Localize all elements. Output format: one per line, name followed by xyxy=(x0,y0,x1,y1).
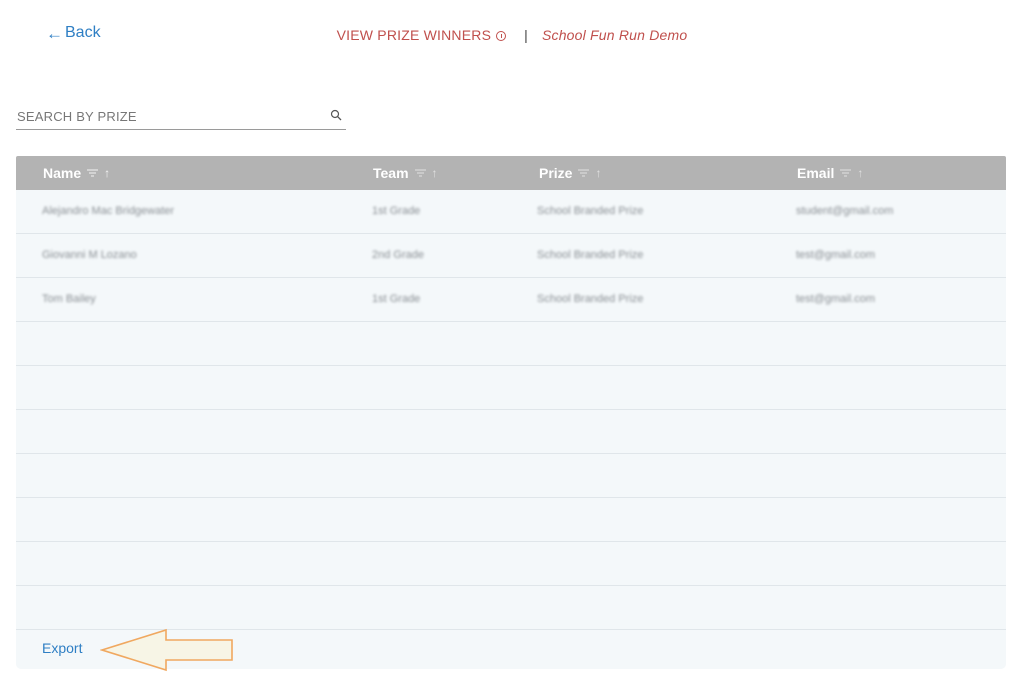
search-icon[interactable] xyxy=(330,109,342,121)
header-separator: | xyxy=(524,27,528,43)
column-label: Email xyxy=(797,165,835,181)
sort-ascending-icon[interactable]: ↑ xyxy=(104,166,110,180)
column-header-prize[interactable]: Prize ↑ xyxy=(539,165,601,181)
column-header-team[interactable]: Team ↑ xyxy=(373,165,438,181)
column-label: Name xyxy=(43,165,82,181)
cell-prize: School Branded Prize xyxy=(537,249,644,261)
empty-table-row xyxy=(16,454,1006,498)
cell-prize: School Branded Prize xyxy=(537,293,644,305)
cell-team: 2nd Grade xyxy=(372,249,424,261)
table-row[interactable]: Alejandro Mac Bridgewater 1st Grade Scho… xyxy=(16,190,1006,234)
column-label: Prize xyxy=(539,165,573,181)
cell-team: 1st Grade xyxy=(372,293,421,305)
page-title: VIEW PRIZE WINNERS xyxy=(336,27,492,43)
filter-icon[interactable] xyxy=(840,169,852,177)
empty-table-row xyxy=(16,586,1006,630)
export-link[interactable]: Export xyxy=(42,640,82,656)
cell-email: test@gmail.com xyxy=(796,249,876,261)
empty-table-row xyxy=(16,366,1006,410)
empty-table-row xyxy=(16,542,1006,586)
search-field xyxy=(16,104,346,130)
cell-email: test@gmail.com xyxy=(796,293,876,305)
winners-table: Name ↑ Team ↑ Prize ↑ Email ↑ Alejandro … xyxy=(16,156,1006,669)
info-icon[interactable] xyxy=(496,31,507,41)
column-label: Team xyxy=(373,165,409,181)
empty-table-row xyxy=(16,498,1006,542)
filter-icon[interactable] xyxy=(414,169,426,177)
empty-table-row xyxy=(16,322,1006,366)
search-input[interactable] xyxy=(16,109,316,124)
table-row[interactable]: Giovanni M Lozano 2nd Grade School Brand… xyxy=(16,234,1006,278)
cell-name: Tom Bailey xyxy=(42,293,96,305)
column-header-email[interactable]: Email ↑ xyxy=(797,165,863,181)
sort-ascending-icon[interactable]: ↑ xyxy=(595,166,601,180)
cell-name: Giovanni M Lozano xyxy=(42,249,137,261)
filter-icon[interactable] xyxy=(87,169,99,177)
filter-icon[interactable] xyxy=(578,169,590,177)
sort-ascending-icon[interactable]: ↑ xyxy=(857,166,863,180)
cell-team: 1st Grade xyxy=(372,205,421,217)
annotation-arrow-icon xyxy=(100,628,233,672)
column-header-name[interactable]: Name ↑ xyxy=(43,165,110,181)
cell-name: Alejandro Mac Bridgewater xyxy=(42,205,175,217)
empty-table-row xyxy=(16,410,1006,454)
table-header: Name ↑ Team ↑ Prize ↑ Email ↑ xyxy=(16,156,1006,190)
page-header: VIEW PRIZE WINNERS | School Fun Run Demo xyxy=(0,27,1024,43)
cell-email: student@gmail.com xyxy=(796,205,894,217)
sort-ascending-icon[interactable]: ↑ xyxy=(432,166,438,180)
event-name: School Fun Run Demo xyxy=(541,27,688,43)
table-row[interactable]: Tom Bailey 1st Grade School Branded Priz… xyxy=(16,278,1006,322)
cell-prize: School Branded Prize xyxy=(537,205,644,217)
